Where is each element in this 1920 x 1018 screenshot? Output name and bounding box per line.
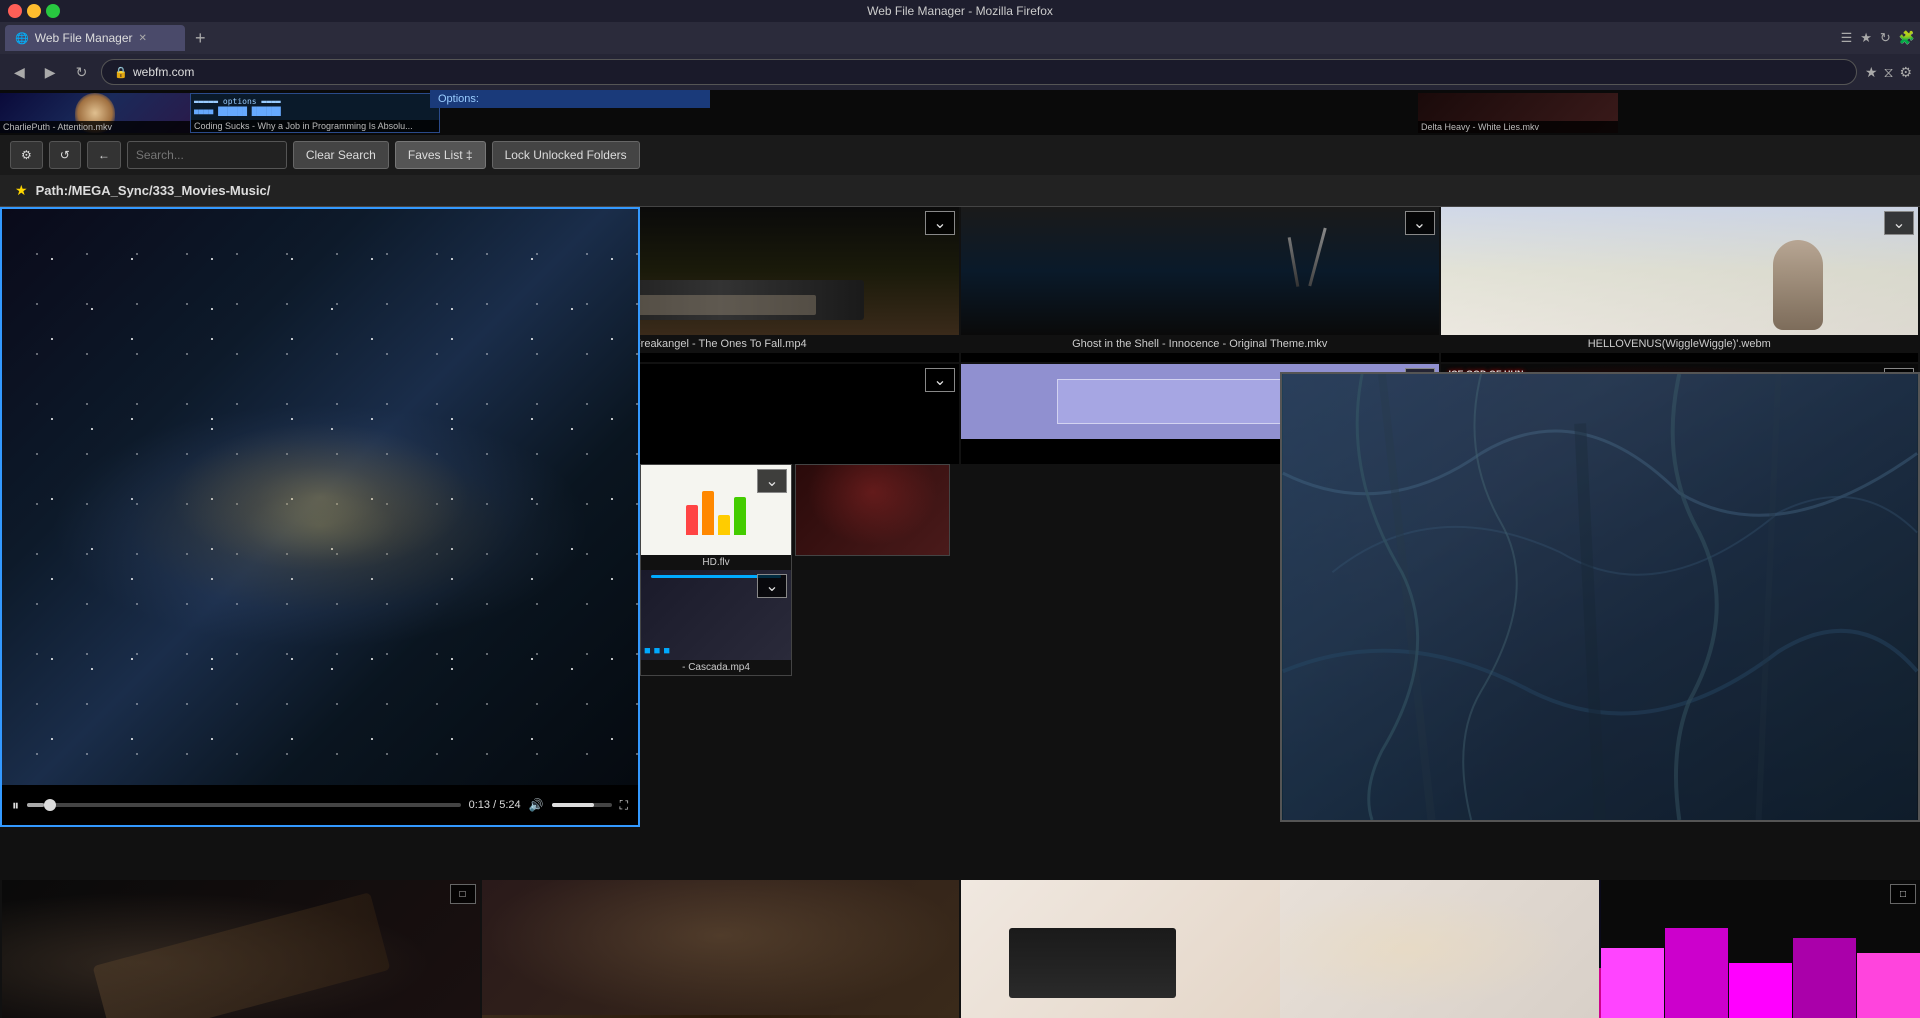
video-bg <box>2 209 638 785</box>
top-thumb-3[interactable]: Delta Heavy - White Lies.mkv <box>1418 93 1618 133</box>
sub-col-right <box>795 464 950 556</box>
thumb-hellovenus[interactable]: ⌄ HELLOVENUS(WiggleWiggle)'.webm <box>1441 207 1919 362</box>
progress-thumb <box>44 799 56 811</box>
mini-hd-label: HD.flv <box>641 555 791 570</box>
time-display: 0:13 / 5:24 <box>469 799 521 811</box>
video-player-large: ⏸ 0:13 / 5:24 🔊 ⛶ <box>0 207 640 827</box>
video-right-bg <box>1282 374 1918 820</box>
back-folder-button[interactable]: ← <box>87 141 121 169</box>
tab-bar: 🌐 Web File Manager ✕ + ☰ ★ ↻ 🧩 <box>0 22 1920 54</box>
lock-folders-button[interactable]: Lock Unlocked Folders <box>492 141 640 169</box>
top-thumb-label-1: CharliePuth - Attention.mkv <box>0 121 190 133</box>
cascada-btn3[interactable]: ■ <box>663 645 670 657</box>
thumb4-label: HELLOVENUS(WiggleWiggle)'.webm <box>1441 335 1919 353</box>
refresh-nav-button[interactable]: ↻ <box>70 61 94 84</box>
tab-close-icon[interactable]: ✕ <box>139 33 147 44</box>
top-thumb-label-2: Coding Sucks - Why a Job in Programming … <box>191 120 439 132</box>
star-icon[interactable]: ★ <box>1860 30 1872 46</box>
address-bar[interactable]: 🔒 webfm.com <box>101 59 1857 85</box>
mini-cascada-corner-btn[interactable]: ⌄ <box>757 574 787 598</box>
url-text: webfm.com <box>133 65 194 79</box>
mini-thumb-cascada[interactable]: ⌄ ■ ■ ■ <box>641 570 791 660</box>
window-title: Web File Manager - Mozilla Firefox <box>867 4 1053 18</box>
thumb3-label: Ghost in the Shell - Innocence - Origina… <box>961 335 1439 353</box>
fullscreen-button[interactable]: ⛶ <box>620 798 628 813</box>
bottom-right-corner-btn[interactable]: □ <box>1890 884 1916 904</box>
video-large-right <box>1280 372 1920 822</box>
lock-icon: 🔒 <box>114 66 128 79</box>
bottom-thumb1-btn[interactable]: □ <box>450 884 476 904</box>
clear-search-button[interactable]: Clear Search <box>293 141 389 169</box>
bottom-thumb-livingroom[interactable] <box>482 880 960 1018</box>
bottom-thumb-guitar[interactable]: □ <box>2 880 480 1018</box>
top-thumb-1[interactable]: CharliePuth - Attention.mkv <box>0 93 190 133</box>
app-container: CharliePuth - Attention.mkv Options: ▬▬▬… <box>0 90 1920 1018</box>
menu-icon[interactable]: ☰ <box>1841 30 1853 46</box>
back-button[interactable]: ◀ <box>8 61 31 84</box>
cascada-btn2[interactable]: ■ <box>654 645 661 657</box>
bottom-right-strip: □ <box>1280 880 1920 1018</box>
video-controls: ⏸ 0:13 / 5:24 🔊 ⛶ <box>2 785 638 825</box>
top-thumbnails-strip: CharliePuth - Attention.mkv Options: ▬▬▬… <box>0 90 1920 135</box>
forward-button[interactable]: ▶ <box>39 61 62 84</box>
faves-list-button[interactable]: Faves List ‡ <box>395 141 486 169</box>
thumb2-corner-btn[interactable]: ⌄ <box>925 211 955 235</box>
settings-button[interactable]: ⚙ <box>10 141 43 169</box>
search-input[interactable] <box>127 141 287 169</box>
volume-icon[interactable]: 🔊 <box>529 798 544 812</box>
mini-hd-corner-btn[interactable]: ⌄ <box>757 469 787 493</box>
bottom-right-thumb-2[interactable]: □ <box>1601 880 1920 1018</box>
history-icon[interactable]: ⧖ <box>1884 64 1894 81</box>
volume-bar[interactable] <box>552 803 612 807</box>
tab-label: Web File Manager <box>35 31 133 45</box>
mini-thumb-hd[interactable]: ⌄ <box>641 465 791 555</box>
browser-tab-webfm[interactable]: 🌐 Web File Manager ✕ <box>5 25 185 51</box>
volume-fill <box>552 803 594 807</box>
scene-svg <box>1282 374 1918 820</box>
bookmarks-icon[interactable]: ★ <box>1865 64 1878 81</box>
settings-icon[interactable]: ⚙ <box>1899 64 1912 81</box>
play-pause-button[interactable]: ⏸ <box>12 797 19 814</box>
thumb6-corner-btn[interactable]: ⌄ <box>925 368 955 392</box>
path-star-icon: ★ <box>15 182 28 199</box>
extensions-icon[interactable]: 🧩 <box>1899 30 1915 46</box>
mid-col-panel: ⌄ HD.flv ⌄ ■ ■ ■ - Cascada.mp4 <box>640 464 792 676</box>
thumb-ghost-shell[interactable]: ⌄ Ghost in the Shell - Innocence - Origi… <box>961 207 1439 362</box>
nav-bar: ◀ ▶ ↻ 🔒 webfm.com ★ ⧖ ⚙ <box>0 54 1920 90</box>
window-max-btn[interactable] <box>46 4 60 18</box>
refresh-icon[interactable]: ↻ <box>1880 30 1891 46</box>
title-bar: Web File Manager - Mozilla Firefox <box>0 0 1920 22</box>
sub-col-thumb-1[interactable] <box>796 465 949 555</box>
path-bar: ★ Path:/MEGA_Sync/333_Movies-Music/ <box>0 175 1920 207</box>
new-tab-button[interactable]: + <box>189 28 212 49</box>
window-close-btn[interactable] <box>8 4 22 18</box>
thumb4-corner-btn[interactable]: ⌄ <box>1884 211 1914 235</box>
progress-fill <box>27 803 44 807</box>
thumb3-corner-btn[interactable]: ⌄ <box>1405 211 1435 235</box>
cascada-btn1[interactable]: ■ <box>644 645 651 657</box>
progress-bar[interactable] <box>27 803 461 807</box>
bottom-right-thumb-1[interactable] <box>1280 880 1599 1018</box>
top-thumb-2[interactable]: ▬▬▬▬▬ options ▬▬▬▬ ■■■■ ██████ ██████ Co… <box>190 93 440 133</box>
mini-cascada-label: - Cascada.mp4 <box>641 660 791 675</box>
path-text: Path:/MEGA_Sync/333_Movies-Music/ <box>36 183 271 198</box>
window-min-btn[interactable] <box>27 4 41 18</box>
options-label: Options: <box>438 93 479 105</box>
refresh-button[interactable]: ↺ <box>49 141 81 169</box>
toolbar: ⚙ ↺ ← Clear Search Faves List ‡ Lock Unl… <box>0 135 1920 175</box>
top-thumb-label-3: Delta Heavy - White Lies.mkv <box>1418 121 1618 133</box>
